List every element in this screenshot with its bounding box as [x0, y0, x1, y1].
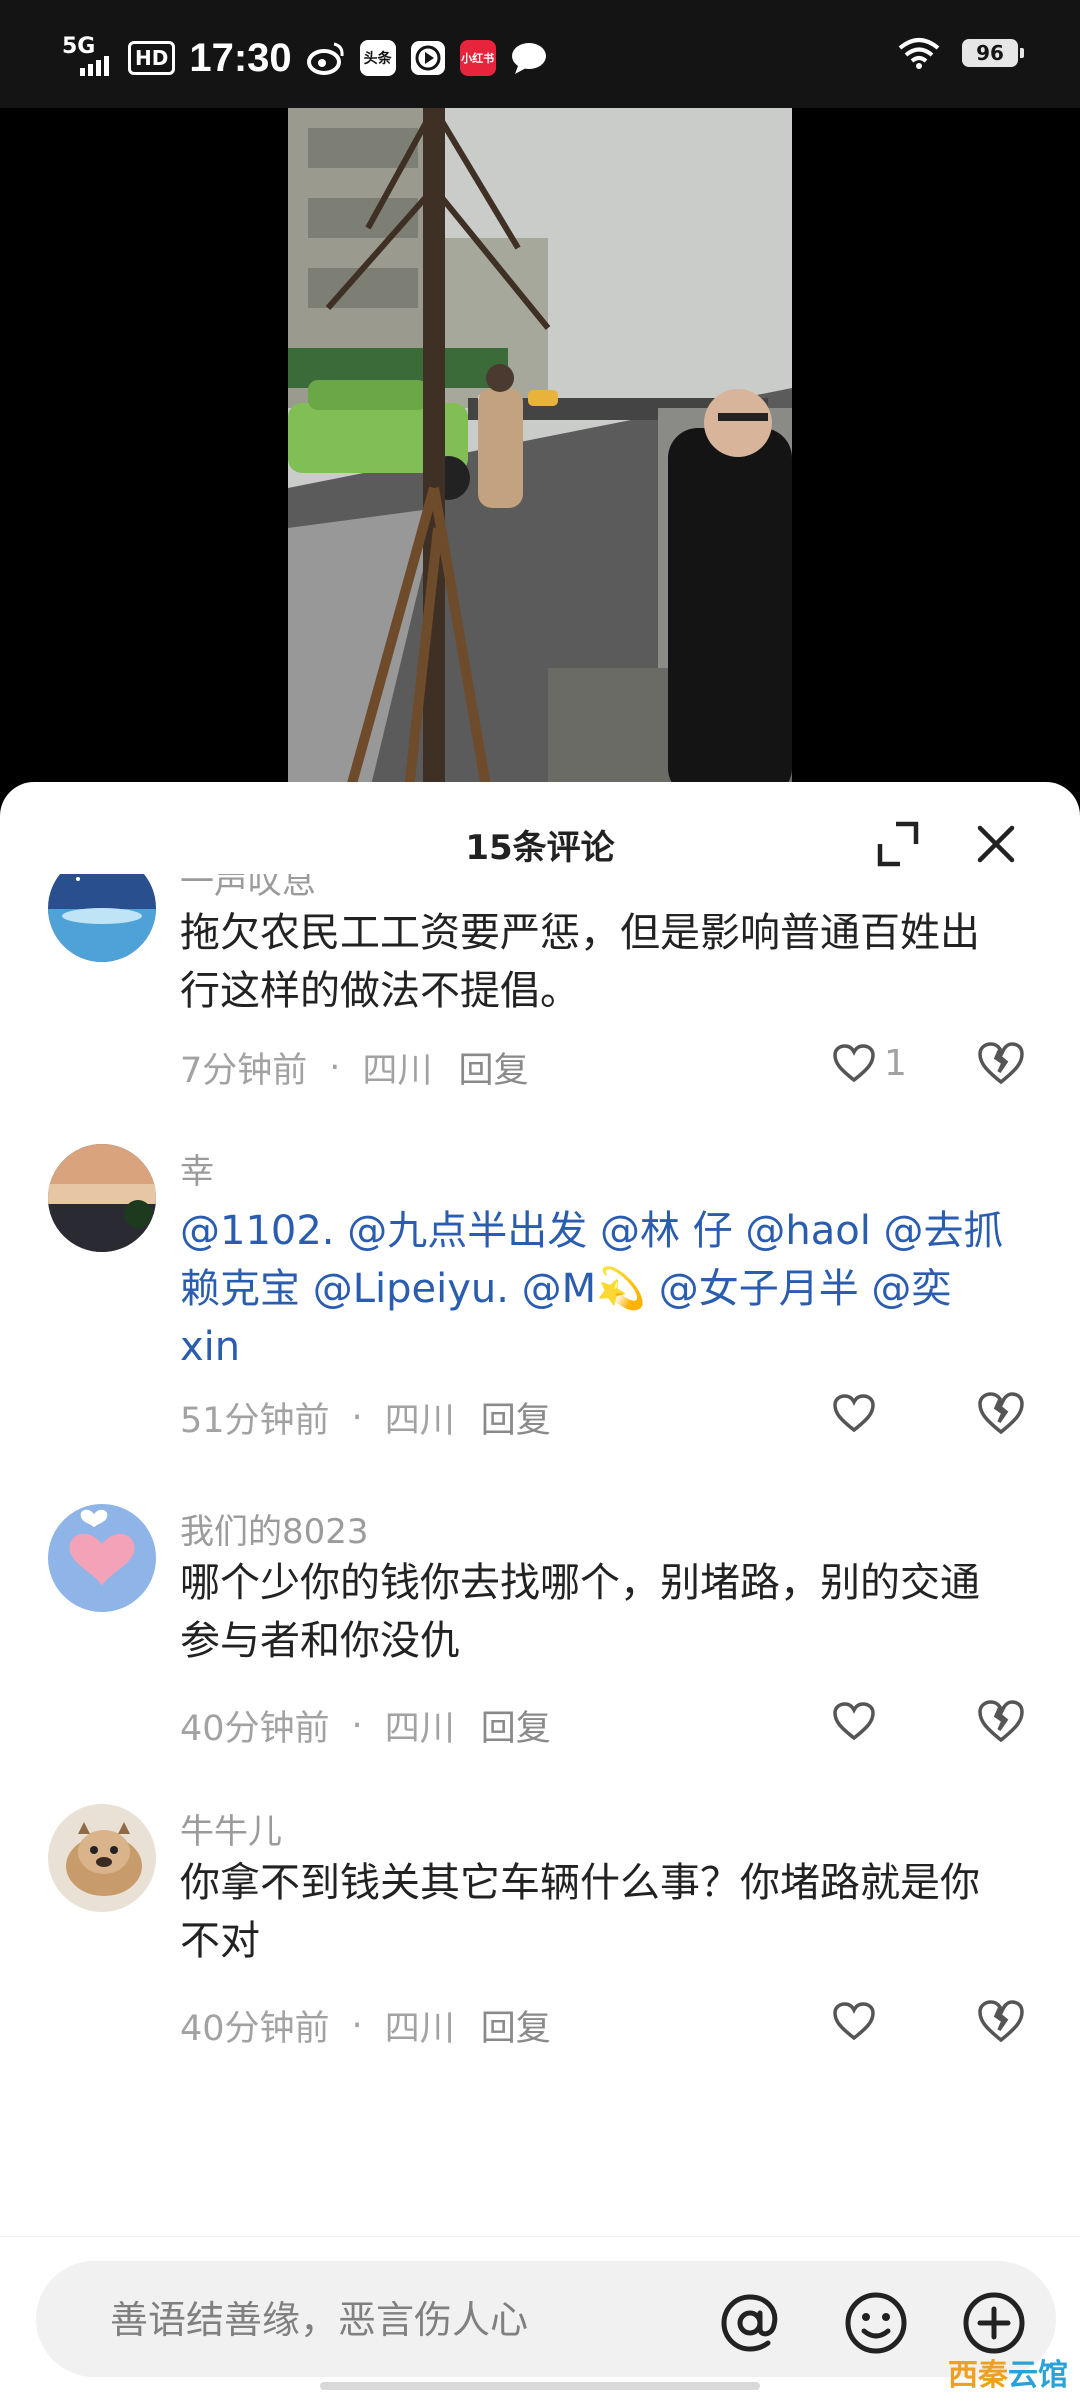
- comment-username[interactable]: 一声叹息: [180, 874, 316, 903]
- like-button[interactable]: [832, 1996, 922, 2046]
- avatar[interactable]: [48, 1144, 156, 1252]
- comment-location: 四川: [384, 2009, 455, 2049]
- heart-icon: [833, 1702, 875, 1741]
- avatar[interactable]: [48, 1804, 156, 1912]
- comment-meta: 40分钟前 · 四川 回复: [180, 1700, 551, 1751]
- comment-item: 我们的8023 哪个少你的钱你去找哪个，别堵路，别的交通参与者和你没仇 40分钟…: [0, 1504, 1080, 1764]
- comment-location: 四川: [362, 1051, 433, 1091]
- comment-input-pill[interactable]: [36, 2261, 1056, 2377]
- mention-icon[interactable]: [716, 2289, 784, 2357]
- video-area: [0, 108, 1080, 798]
- comment-meta: 7分钟前 · 四川 回复: [180, 1042, 528, 1093]
- close-icon[interactable]: [970, 818, 1022, 870]
- comment-time: 40分钟前: [180, 2009, 330, 2049]
- video-app-icon: [410, 41, 445, 75]
- comment-time: 40分钟前: [180, 1709, 330, 1749]
- heart-icon: [833, 1044, 875, 1083]
- broken-heart-icon[interactable]: [976, 1996, 1026, 2046]
- reply-button[interactable]: 回复: [481, 1700, 551, 1751]
- comment-location: 四川: [384, 1709, 455, 1749]
- broken-heart-icon[interactable]: [976, 1388, 1026, 1438]
- meta-separator: ·: [329, 1047, 341, 1088]
- comment-item: 幸 @1102. @九点半出发 @林 仔 @haol @去抓赖克宝 @Lipei…: [0, 1144, 1080, 1444]
- avatar[interactable]: [48, 1504, 156, 1612]
- sheet-header: 15条评论: [0, 782, 1080, 874]
- broken-heart-icon[interactable]: [976, 1696, 1026, 1746]
- network-type: 5G: [62, 34, 96, 59]
- comment-item: 牛牛儿 你拿不到钱关其它车辆什么事？你堵路就是你不对 40分钟前 · 四川 回复: [0, 1804, 1080, 2064]
- comment-input-bar: [0, 2236, 1080, 2401]
- comment-text: 你拿不到钱关其它车辆什么事？你堵路就是你不对: [180, 1860, 980, 1964]
- reply-button[interactable]: 回复: [458, 1042, 528, 1093]
- status-bar: 5G HD 17:30 头条 小红书 96: [0, 0, 1080, 108]
- toutiao-icon: 头条: [359, 40, 396, 76]
- comment-text: 拖欠农民工工资要严惩，但是影响普通百姓出行这样的做法不提倡。: [180, 910, 980, 1014]
- comment-item: 一声叹息 拖欠农民工工资要严惩，但是影响普通百姓出行这样的做法不提倡。 7分钟前…: [0, 874, 1080, 1154]
- xiaohongshu-icon: 小红书: [459, 40, 496, 76]
- watermark-text-1: 西秦: [948, 2358, 1008, 2393]
- comment-username[interactable]: 幸: [180, 1144, 214, 1193]
- meta-separator: ·: [351, 2005, 363, 2046]
- signal-5g-icon: 5G: [62, 36, 114, 80]
- comment-list[interactable]: 一声叹息 拖欠农民工工资要严惩，但是影响普通百姓出行这样的做法不提倡。 7分钟前…: [0, 874, 1080, 2154]
- meta-separator: ·: [351, 1397, 363, 1438]
- comment-sheet: 15条评论 一声叹息 拖欠农民工工资要严惩，但是影响普通百姓出行这样的做法不提倡…: [0, 782, 1080, 2401]
- no-more-label: 暂时没有更多了: [0, 2144, 1080, 2154]
- comment-username[interactable]: 我们的8023: [180, 1504, 369, 1553]
- video-player[interactable]: [288, 108, 792, 798]
- watermark: 西秦云馆: [948, 2350, 1068, 2394]
- meta-separator: ·: [351, 1705, 363, 1746]
- expand-icon[interactable]: [872, 818, 924, 870]
- comment-username[interactable]: 牛牛儿: [180, 1804, 282, 1853]
- reply-button[interactable]: 回复: [481, 2000, 551, 2051]
- comment-meta: 40分钟前 · 四川 回复: [180, 2000, 551, 2051]
- comment-mentions[interactable]: @1102. @九点半出发 @林 仔 @haol @去抓赖克宝 @Lipeiyu…: [180, 1202, 1010, 1376]
- like-button[interactable]: [832, 1696, 922, 1746]
- like-button[interactable]: 1: [832, 1038, 922, 1088]
- avatar[interactable]: [48, 874, 156, 962]
- heart-icon: [833, 1394, 875, 1433]
- emoji-icon[interactable]: [842, 2289, 910, 2357]
- status-time: 17:30: [189, 35, 292, 80]
- comment-input[interactable]: [108, 2289, 712, 2351]
- weibo-icon: [306, 42, 344, 75]
- comment-time: 51分钟前: [180, 1401, 330, 1441]
- like-button[interactable]: [832, 1388, 922, 1438]
- comment-time: 7分钟前: [180, 1051, 308, 1091]
- watermark-text-2: 云馆: [1008, 2358, 1068, 2393]
- comment-location: 四川: [384, 1401, 455, 1441]
- add-icon[interactable]: [960, 2289, 1028, 2357]
- comment-meta: 51分钟前 · 四川 回复: [180, 1392, 551, 1443]
- video-frame-image: [288, 108, 792, 798]
- message-icon: [511, 43, 546, 74]
- comment-text: 哪个少你的钱你去找哪个，别堵路，别的交通参与者和你没仇: [180, 1560, 980, 1664]
- like-count: 1: [884, 1042, 907, 1084]
- hd-badge: HD: [128, 41, 176, 75]
- home-indicator[interactable]: [320, 2382, 760, 2390]
- wifi-icon: [898, 38, 940, 69]
- heart-icon: [833, 2002, 875, 2041]
- battery-indicator: 96: [962, 39, 1024, 67]
- broken-heart-icon[interactable]: [976, 1038, 1026, 1088]
- reply-button[interactable]: 回复: [481, 1392, 551, 1443]
